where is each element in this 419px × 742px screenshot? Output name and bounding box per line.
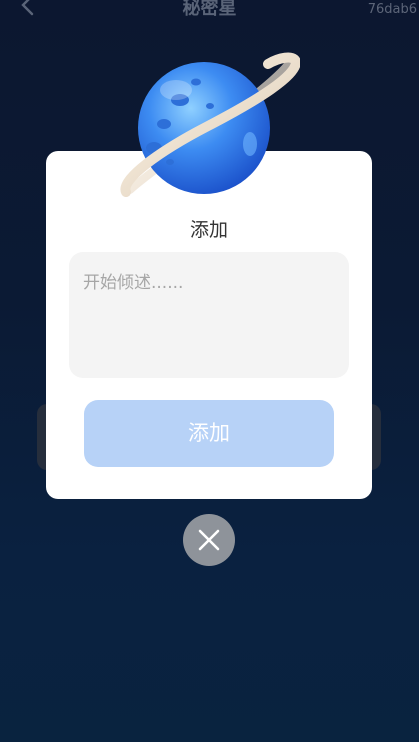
planet-icon bbox=[118, 52, 302, 204]
header-code: 76dab6 bbox=[367, 2, 417, 17]
dialog-title: 添加 bbox=[189, 219, 228, 241]
close-button[interactable] bbox=[183, 514, 235, 566]
content-input[interactable]: 开始倾述...... bbox=[69, 252, 349, 378]
top-bar: 秘密星 76dab6 bbox=[0, 0, 419, 22]
input-placeholder: 开始倾述...... bbox=[83, 273, 184, 293]
page-title: 秘密星 bbox=[182, 0, 237, 19]
add-button[interactable]: 添加 bbox=[84, 400, 334, 467]
